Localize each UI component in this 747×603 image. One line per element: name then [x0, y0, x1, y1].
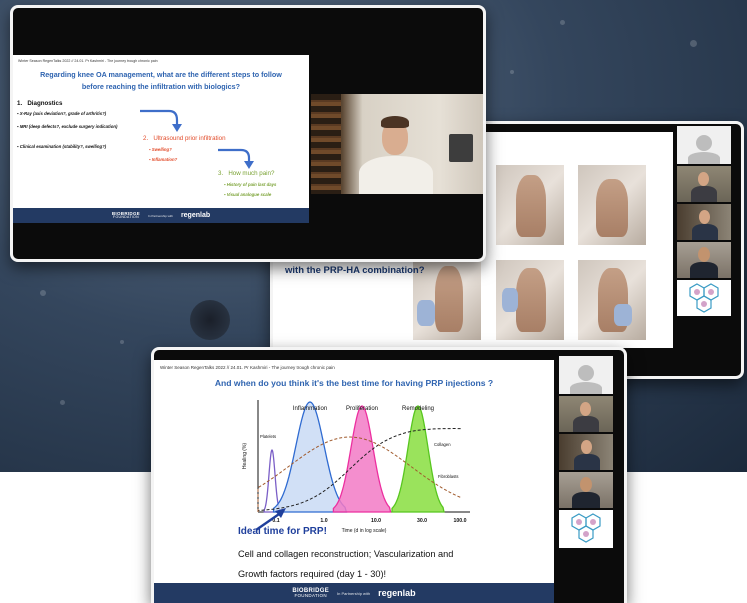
slide-3-header: Winter Season RegenTalks 2022 // 24.01. …	[160, 365, 335, 370]
step-3-heading: 3. How much pain?	[218, 170, 275, 177]
camera-lens	[190, 300, 230, 340]
slide-3-footer: BIOBRIDGE FOUNDATION In Partnership with …	[154, 583, 554, 603]
logo-bottom-text-2: FOUNDATION	[294, 592, 327, 598]
platelets-curve	[263, 449, 281, 513]
step-1-bullet-1: ▪ X-Ray (axis deviation?, grade of arthr…	[17, 111, 107, 116]
zoom-window-1[interactable]: Winter Season RegenTalks 2022 // 24.01. …	[10, 5, 486, 262]
step-1-bullet-2: ▪ MRI (deep defects?, exclude surgery in…	[17, 124, 118, 129]
participant-tile-10[interactable]	[559, 510, 613, 548]
speaker-shirt	[359, 156, 433, 194]
curve-label-collagen: Collagen	[434, 442, 451, 447]
hexagon-logo-icon	[689, 283, 719, 313]
biobridge-logo-2: BIOBRIDGE FOUNDATION	[292, 588, 329, 599]
slide-1: Winter Season RegenTalks 2022 // 24.01. …	[13, 55, 309, 223]
phase-label-1: Inflammation	[293, 406, 327, 412]
step-2-bullet-2-text: Inflamation?	[151, 157, 178, 162]
arrow-1-icon	[140, 109, 182, 132]
participant-tile-7[interactable]	[559, 396, 613, 432]
partner-text: In Partnership with	[148, 213, 173, 218]
biobridge-logo: BIOBRIDGE FOUNDATION	[112, 211, 140, 220]
x-tick-4: 30.0	[417, 518, 427, 524]
participant-tile-2[interactable]	[677, 166, 731, 202]
slide-3-body-line-1: Cell and collagen reconstruction; Vascul…	[238, 549, 454, 559]
step-1-bullet-1-text: X-Ray (axis deviation?, grade of arthrit…	[19, 111, 107, 116]
step-1-bullet-3-text: Clinical examination (stability?, swelli…	[19, 144, 107, 149]
x-tick-2: 1.0	[320, 518, 327, 524]
step-2-bullet-1-text: Swelling?	[151, 147, 172, 152]
speaker-hair	[381, 116, 409, 128]
participant-tile-4[interactable]	[677, 242, 731, 278]
participant-tile-3[interactable]	[677, 204, 731, 240]
slide-2-caption: with the PRP-HA combination?	[285, 265, 425, 276]
step-2-bullet-2: ▪ Inflamation?	[149, 157, 178, 162]
zoom-window-3[interactable]: Winter Season RegenTalks 2022 // 24.01. …	[151, 347, 627, 603]
participant-tile-9[interactable]	[559, 472, 613, 508]
step-1-bullet-3: ▪ Clinical examination (stability?, swel…	[17, 144, 107, 149]
photo-3	[578, 165, 646, 245]
slide-1-header: Winter Season RegenTalks 2022 // 24.01. …	[18, 59, 158, 63]
regenlab-logo-2: regenlab	[378, 588, 416, 598]
step-2-bullet-1: ▪ Swelling?	[149, 147, 172, 152]
participant-tile-6[interactable]	[559, 356, 613, 394]
y-axis-label: Healing (%)	[242, 443, 248, 469]
lamp-shade	[449, 134, 473, 162]
bookshelf	[311, 94, 341, 194]
ideal-time-label: Ideal time for PRP!	[238, 526, 327, 537]
participant-tile-5[interactable]	[677, 280, 731, 316]
photo-2	[496, 165, 564, 245]
remodeling-area	[391, 405, 445, 513]
partner-text-2: In Partnership with	[337, 590, 371, 596]
step-3-bullet-2-text: Visual analogue scale	[226, 192, 272, 197]
participant-tile-8[interactable]	[559, 434, 613, 470]
hexagon-logo-icon-2	[571, 513, 601, 543]
slide-1-footer: BIOBRIDGE FOUNDATION In Partnership with …	[13, 208, 309, 223]
x-tick-5: 100.0	[454, 518, 467, 524]
arrow-2-icon	[218, 148, 254, 169]
slide-1-title-line-1: Regarding knee OA management, what are t…	[40, 70, 282, 79]
regenlab-logo: regenlab	[180, 212, 211, 219]
slide-3: Winter Season RegenTalks 2022 // 24.01. …	[154, 360, 554, 603]
speaker-video[interactable]	[311, 94, 483, 194]
phase-label-3: Remodeling	[402, 406, 434, 412]
curve-label-fibroblasts: Fibroblasts	[438, 474, 458, 479]
step-3-bullet-2: ▪ Visual analogue scale	[224, 192, 272, 197]
photo-6	[578, 260, 646, 340]
step-3-bullet-1: ▪ History of pain last days	[224, 182, 277, 187]
inflammation-area	[272, 401, 348, 513]
proliferation-area	[332, 405, 392, 513]
healing-chart: Inflammation Proliferation Remodeling Plate…	[242, 400, 470, 534]
step-2-heading: 2. Ultrasound prior infiltration	[143, 135, 226, 142]
logo-bottom-text: FOUNDATION	[113, 215, 139, 219]
x-tick-3: 10.0	[371, 518, 381, 524]
step-1-heading: 1. Diagnostics	[17, 100, 63, 107]
phase-label-2: Proliferation	[346, 406, 378, 412]
slide-1-title-line-2: before reaching the infiltration with bi…	[81, 82, 241, 91]
slide-3-title: And when do you think it's the best time…	[214, 378, 494, 388]
step-3-bullet-1-text: History of pain last days	[226, 182, 277, 187]
photo-5	[496, 260, 564, 340]
x-axis-label: Time (d in log scale)	[342, 528, 387, 534]
slide-1-title: Regarding knee OA management, what are t…	[13, 69, 309, 93]
participant-tile-1[interactable]	[677, 126, 731, 164]
step-1-bullet-2-text: MRI (deep defects?, exclude surgery indi…	[19, 124, 118, 129]
curve-label-platelets: Platelets	[260, 434, 276, 439]
slide-3-body-line-2: Growth factors required (day 1 - 30)!	[238, 569, 387, 579]
